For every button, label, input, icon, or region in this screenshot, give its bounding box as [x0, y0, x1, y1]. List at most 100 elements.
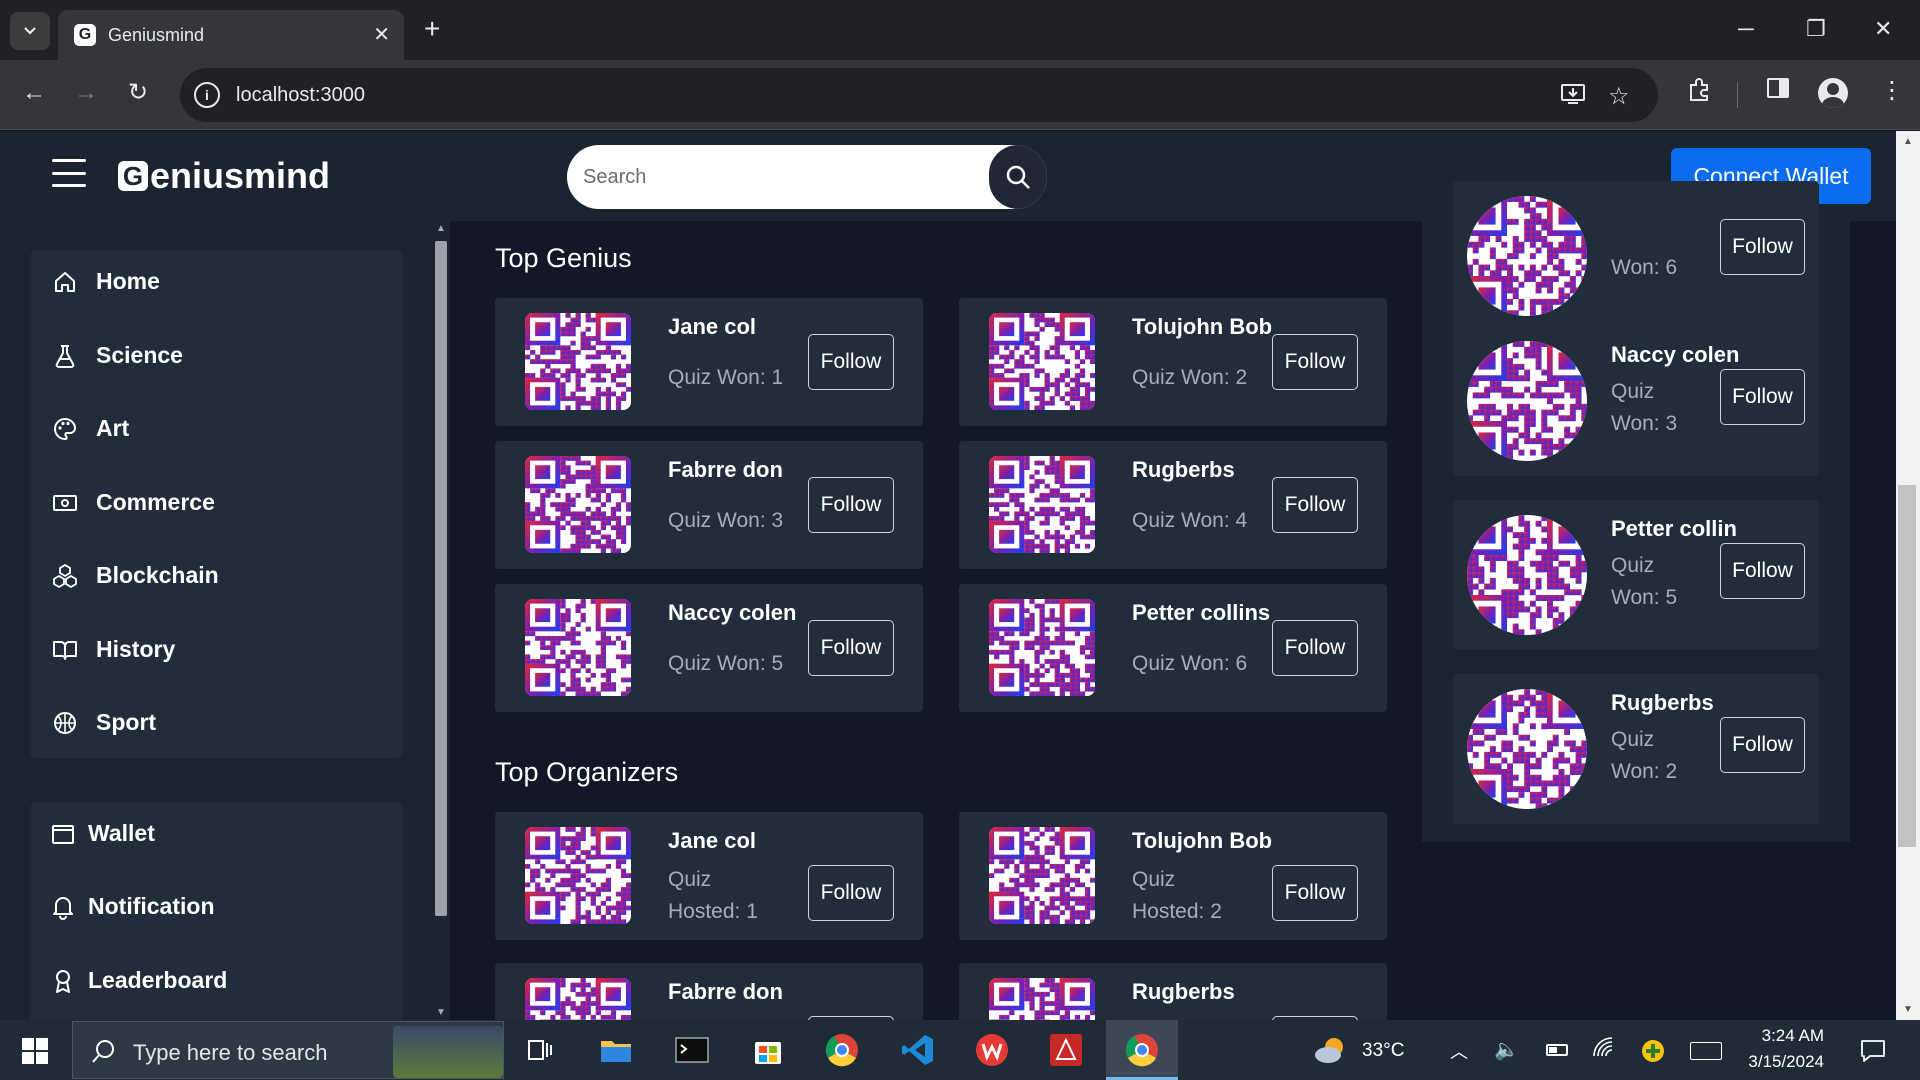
search-input[interactable]	[567, 145, 997, 209]
genius-stat: Quiz Won: 2	[1132, 366, 1248, 389]
status-app-icon[interactable]	[1642, 1040, 1664, 1062]
page-scroll-up-icon[interactable]: ▲	[1903, 136, 1913, 147]
clock-time[interactable]: 3:24 AM	[1752, 1026, 1824, 1046]
sidebar-item-science[interactable]: Science	[52, 342, 183, 369]
keyboard-icon[interactable]	[1690, 1042, 1722, 1060]
bell-icon	[53, 896, 73, 920]
toolbar-divider	[1737, 82, 1738, 108]
book-icon	[53, 640, 77, 660]
sidebar-scroll-up-icon[interactable]: ▲	[436, 223, 446, 234]
favicon-icon: G	[74, 24, 96, 46]
follow-button[interactable]: Follow	[808, 620, 894, 676]
qr-avatar	[525, 827, 631, 924]
install-app-icon[interactable]	[1560, 82, 1586, 113]
logo-mark: G	[118, 161, 148, 191]
minimize-icon[interactable]: ─	[1738, 14, 1754, 44]
taskbar-search[interactable]: Type here to search	[72, 1021, 504, 1079]
search-highlight-icon	[393, 1026, 503, 1078]
follow-button[interactable]: Follow	[1272, 477, 1358, 533]
sidebar-item-wallet[interactable]: Wallet	[50, 820, 155, 847]
clock-date[interactable]: 3/15/2024	[1742, 1052, 1824, 1072]
page-scroll-down-icon[interactable]: ▼	[1903, 1004, 1913, 1015]
more-menu-icon[interactable]: ⋮	[1880, 76, 1904, 106]
follow-button[interactable]: Follow	[1272, 620, 1358, 676]
sidebar-item-leaderboard[interactable]: Leaderboard	[50, 967, 227, 994]
sidebar-item-history[interactable]: History	[52, 636, 175, 663]
sidebar-scrollbar[interactable]	[435, 241, 447, 916]
search-button[interactable]	[989, 145, 1047, 209]
site-info-icon[interactable]: i	[194, 82, 220, 108]
wallet-icon	[52, 824, 74, 844]
task-view-icon[interactable]	[520, 1030, 560, 1070]
genius-card: Petter collins Quiz Won: 6 Follow	[959, 584, 1387, 712]
sidebar-item-notification[interactable]: Notification	[50, 893, 215, 920]
follow-button[interactable]: Follow	[1720, 717, 1805, 773]
genius-name: Petter collins	[1132, 600, 1271, 625]
home-icon	[55, 271, 75, 292]
restore-icon[interactable]: ❐	[1806, 14, 1826, 44]
chrome-profile-icon[interactable]	[1122, 1030, 1162, 1070]
notification-center-icon[interactable]	[1860, 1038, 1886, 1069]
window-close-icon[interactable]: ✕	[1874, 14, 1892, 44]
wps-office-icon[interactable]	[972, 1030, 1012, 1070]
genius-stat: Quiz Won: 4	[1132, 509, 1248, 532]
tray-overflow-icon[interactable]: ︿	[1450, 1038, 1468, 1064]
sidebar-item-sport[interactable]: Sport	[52, 709, 156, 736]
organizer-card: Fabrre don	[495, 963, 923, 1020]
wifi-icon[interactable]	[1592, 1036, 1616, 1065]
sidebar-item-blockchain[interactable]: Blockchain	[52, 562, 219, 589]
tab-search-button[interactable]	[10, 12, 50, 50]
suggested-card: Rugberbs Quiz Won: 2 Follow	[1453, 674, 1819, 824]
sidebar-item-art[interactable]: Art	[52, 415, 129, 442]
genius-card: Tolujohn Bob Quiz Won: 2 Follow	[959, 298, 1387, 426]
suggested-name: Rugberbs	[1611, 690, 1714, 715]
follow-button[interactable]: Follow	[808, 865, 894, 921]
follow-button[interactable]: Follow	[1272, 334, 1358, 390]
hamburger-menu-icon[interactable]	[52, 159, 86, 187]
genius-name: Jane col	[668, 314, 757, 339]
address-bar[interactable]: i localhost:3000 ☆	[180, 68, 1658, 122]
battery-icon[interactable]	[1546, 1044, 1568, 1056]
follow-button[interactable]: Follow	[1720, 219, 1805, 275]
windows-start-icon[interactable]	[22, 1038, 48, 1064]
organizer-name: Tolujohn Bob	[1132, 828, 1273, 853]
weather-temp[interactable]: 33°C	[1362, 1040, 1404, 1062]
follow-button[interactable]: Follow	[808, 477, 894, 533]
reload-icon[interactable]: ↻	[128, 78, 148, 108]
follow-button[interactable]: Follow	[1272, 865, 1358, 921]
logo[interactable]: G eniusmind	[118, 155, 330, 197]
qr-avatar	[989, 599, 1095, 696]
right-panel: Won: 6 Follow Naccy colen Quiz Won: 3 Fo…	[1422, 181, 1850, 842]
extensions-icon[interactable]	[1686, 76, 1712, 110]
suggested-stat: Won: 6	[1611, 256, 1678, 279]
new-tab-button[interactable]: +	[424, 14, 440, 44]
sidebar-scroll-down-icon[interactable]: ▼	[436, 1007, 446, 1018]
bookmark-star-icon[interactable]: ☆	[1608, 82, 1630, 111]
volume-icon[interactable]: 🔈	[1494, 1037, 1519, 1062]
address-url[interactable]: localhost:3000	[236, 84, 365, 107]
sidebar-item-commerce[interactable]: Commerce	[52, 489, 215, 516]
profile-icon[interactable]	[1818, 78, 1848, 108]
microsoft-store-icon[interactable]	[748, 1030, 788, 1070]
vscode-icon[interactable]	[898, 1030, 938, 1070]
tab-title: Geniusmind	[108, 25, 205, 45]
forward-icon[interactable]: →	[74, 78, 98, 108]
file-explorer-icon[interactable]	[596, 1030, 636, 1070]
browser-tab[interactable]: G Geniusmind ✕	[58, 10, 404, 60]
follow-button[interactable]: Follow	[1720, 369, 1805, 425]
back-icon[interactable]: ←	[22, 78, 46, 108]
chrome-icon[interactable]	[822, 1030, 862, 1070]
follow-button[interactable]: Follow	[1720, 543, 1805, 599]
side-panel-icon[interactable]	[1766, 76, 1790, 108]
sidebar-item-home[interactable]: Home	[52, 268, 160, 295]
browser-toolbar: ← → ↻ i localhost:3000 ☆ ⋮	[0, 60, 1920, 130]
genius-stat: Quiz Won: 6	[1132, 652, 1248, 675]
terminal-icon[interactable]	[672, 1030, 712, 1070]
acrobat-icon[interactable]	[1046, 1030, 1086, 1070]
weather-icon[interactable]	[1312, 1034, 1352, 1066]
money-icon	[53, 494, 77, 511]
page-scrollbar-thumb[interactable]	[1898, 485, 1916, 847]
follow-button[interactable]: Follow	[808, 334, 894, 390]
tab-close-icon[interactable]: ✕	[373, 22, 390, 47]
sidebar: Home Science Art Commerce Blockchain His…	[0, 221, 450, 1020]
